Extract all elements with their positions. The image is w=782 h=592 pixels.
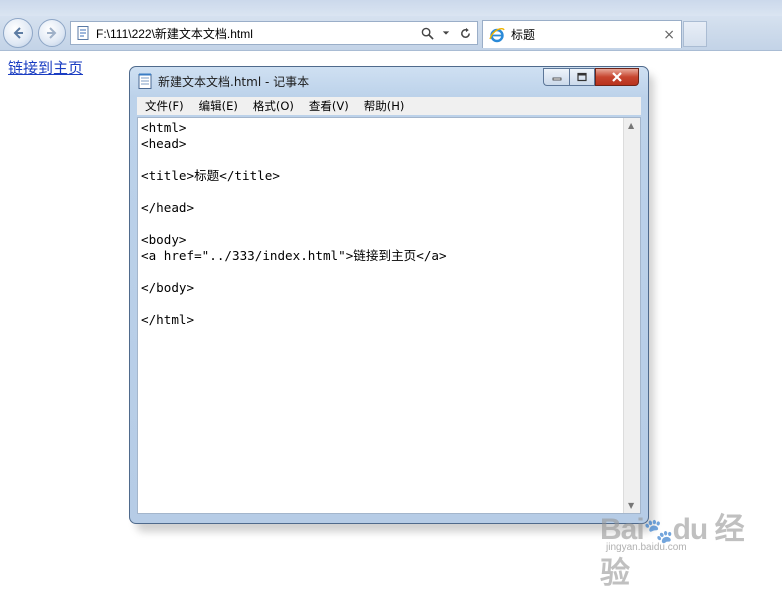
close-button[interactable] [595, 68, 639, 86]
minimize-button[interactable] [543, 68, 569, 86]
tab-close-icon[interactable]: × [663, 27, 675, 43]
new-tab-button[interactable] [683, 21, 707, 47]
scroll-up-icon[interactable]: ▲ [628, 121, 634, 130]
browser-toolbar: F:\111\222\新建文本文档.html 标题 × [0, 0, 782, 51]
menu-file[interactable]: 文件(F) [138, 98, 191, 114]
back-arrow-icon [13, 27, 23, 39]
watermark-url: jingyan.baidu.com [606, 542, 687, 553]
maximize-button[interactable] [569, 68, 595, 86]
notepad-titlebar[interactable]: 新建文本文档.html - 记事本 [130, 67, 648, 95]
back-button[interactable] [3, 18, 33, 48]
menu-format[interactable]: 格式(O) [246, 98, 301, 114]
file-content[interactable]: <html> <head> <title>标题</title> </head> … [141, 120, 447, 328]
forward-button[interactable] [38, 19, 66, 47]
vertical-scrollbar[interactable]: ▲ ▼ [623, 118, 640, 513]
page-icon [77, 26, 89, 40]
address-text[interactable]: F:\111\222\新建文本文档.html [96, 25, 420, 42]
refresh-icon[interactable] [458, 26, 472, 40]
menu-edit[interactable]: 编辑(E) [192, 98, 245, 114]
maximize-icon [577, 72, 587, 82]
search-icon[interactable] [420, 26, 434, 40]
browser-tab-strip [0, 0, 782, 16]
minimize-icon [552, 77, 561, 81]
notepad-text-area[interactable]: <html> <head> <title>标题</title> </head> … [137, 117, 641, 514]
address-bar[interactable]: F:\111\222\新建文本文档.html [70, 21, 478, 45]
homepage-link[interactable]: 链接到主页 [8, 57, 83, 78]
forward-arrow-icon [47, 27, 57, 39]
ie-logo-icon [489, 27, 505, 42]
menu-view[interactable]: 查看(V) [302, 98, 356, 114]
notepad-window: 新建文本文档.html - 记事本 文件(F) 编辑(E) 格式(O) 查看(V… [129, 66, 649, 524]
menu-help[interactable]: 帮助(H) [357, 98, 412, 114]
notepad-icon [138, 73, 152, 89]
dropdown-arrow-icon[interactable] [439, 26, 453, 40]
tab-title: 标题 [511, 28, 536, 42]
close-icon [612, 72, 622, 82]
browser-tab[interactable]: 标题 × [482, 20, 682, 48]
notepad-title: 新建文本文档.html - 记事本 [158, 75, 310, 89]
notepad-menubar: 文件(F) 编辑(E) 格式(O) 查看(V) 帮助(H) [137, 97, 641, 115]
baidu-watermark: Bai🐾du 经验 jingyan.baidu.com [600, 504, 770, 590]
